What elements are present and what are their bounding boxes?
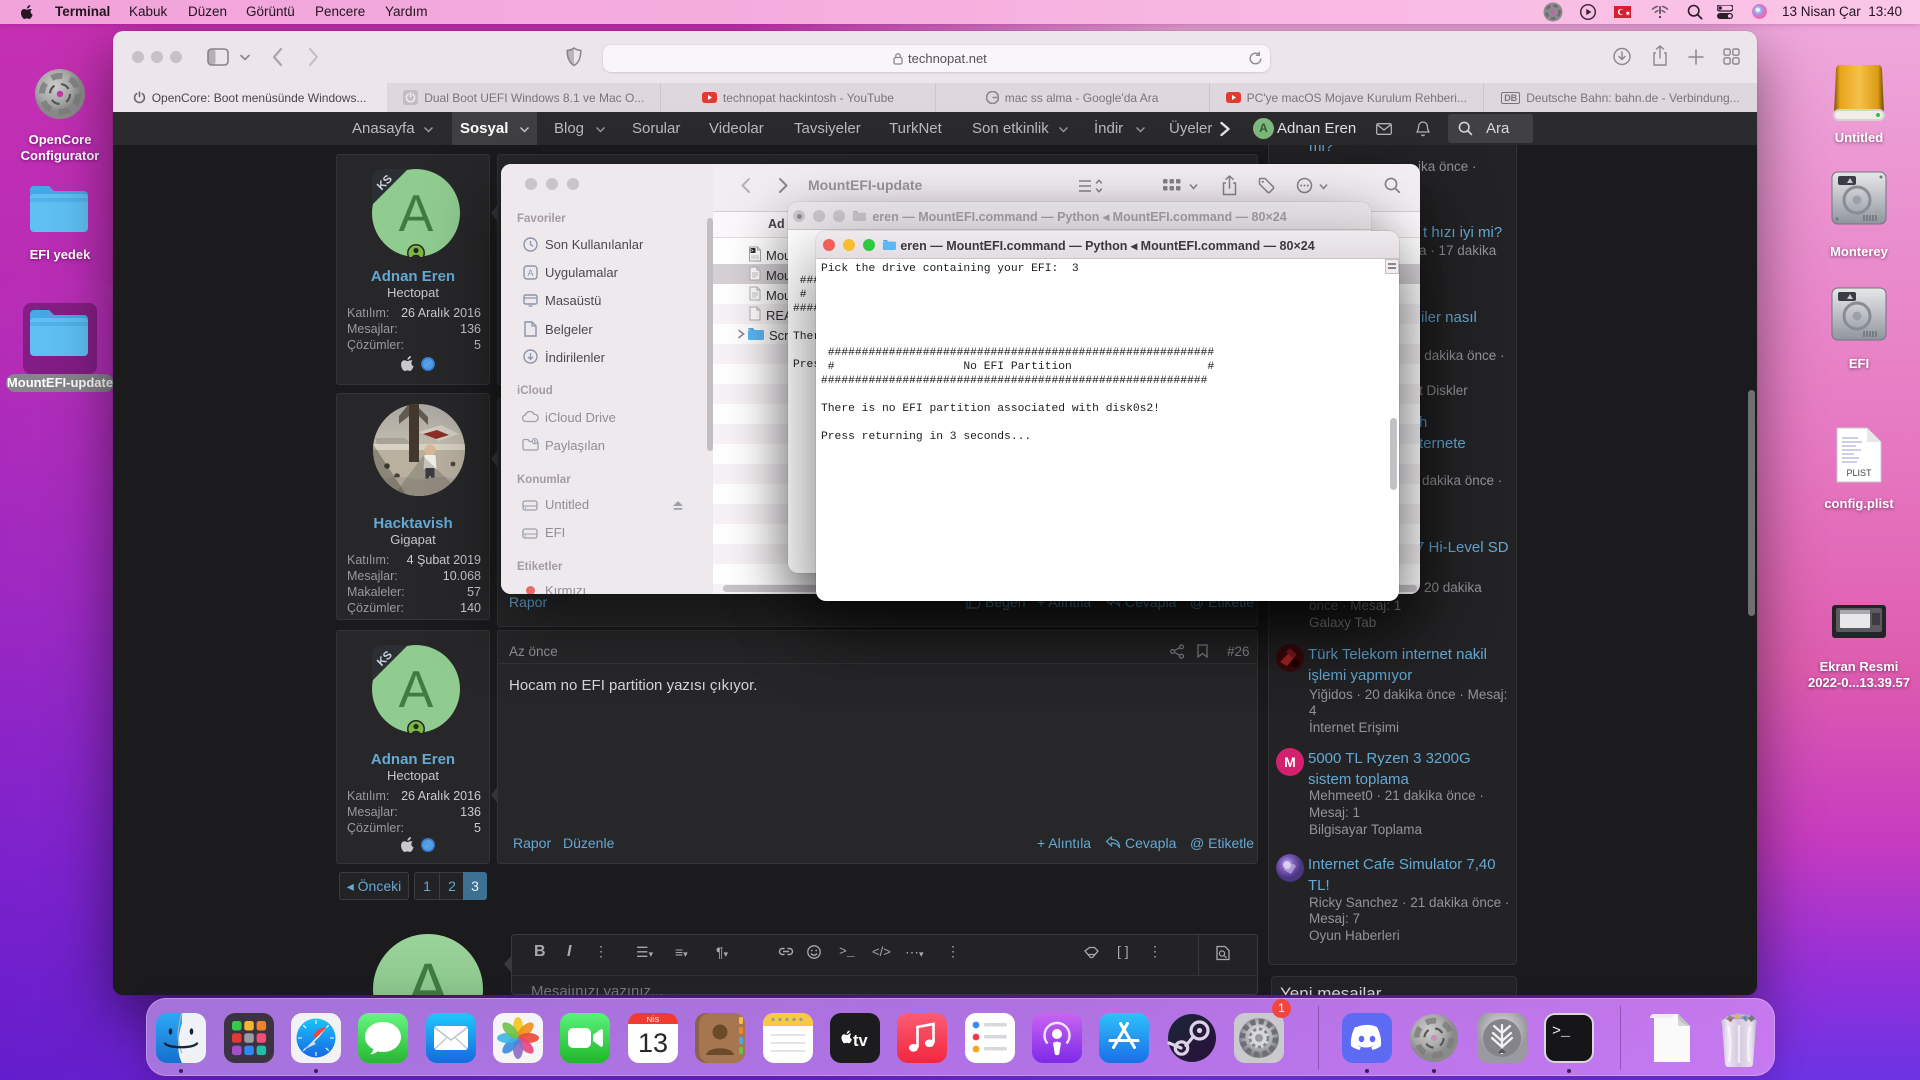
- svg-text:A: A: [399, 661, 434, 719]
- svg-text:PLIST: PLIST: [1846, 468, 1872, 478]
- svg-text:A: A: [527, 268, 533, 278]
- svg-text:A: A: [399, 185, 434, 243]
